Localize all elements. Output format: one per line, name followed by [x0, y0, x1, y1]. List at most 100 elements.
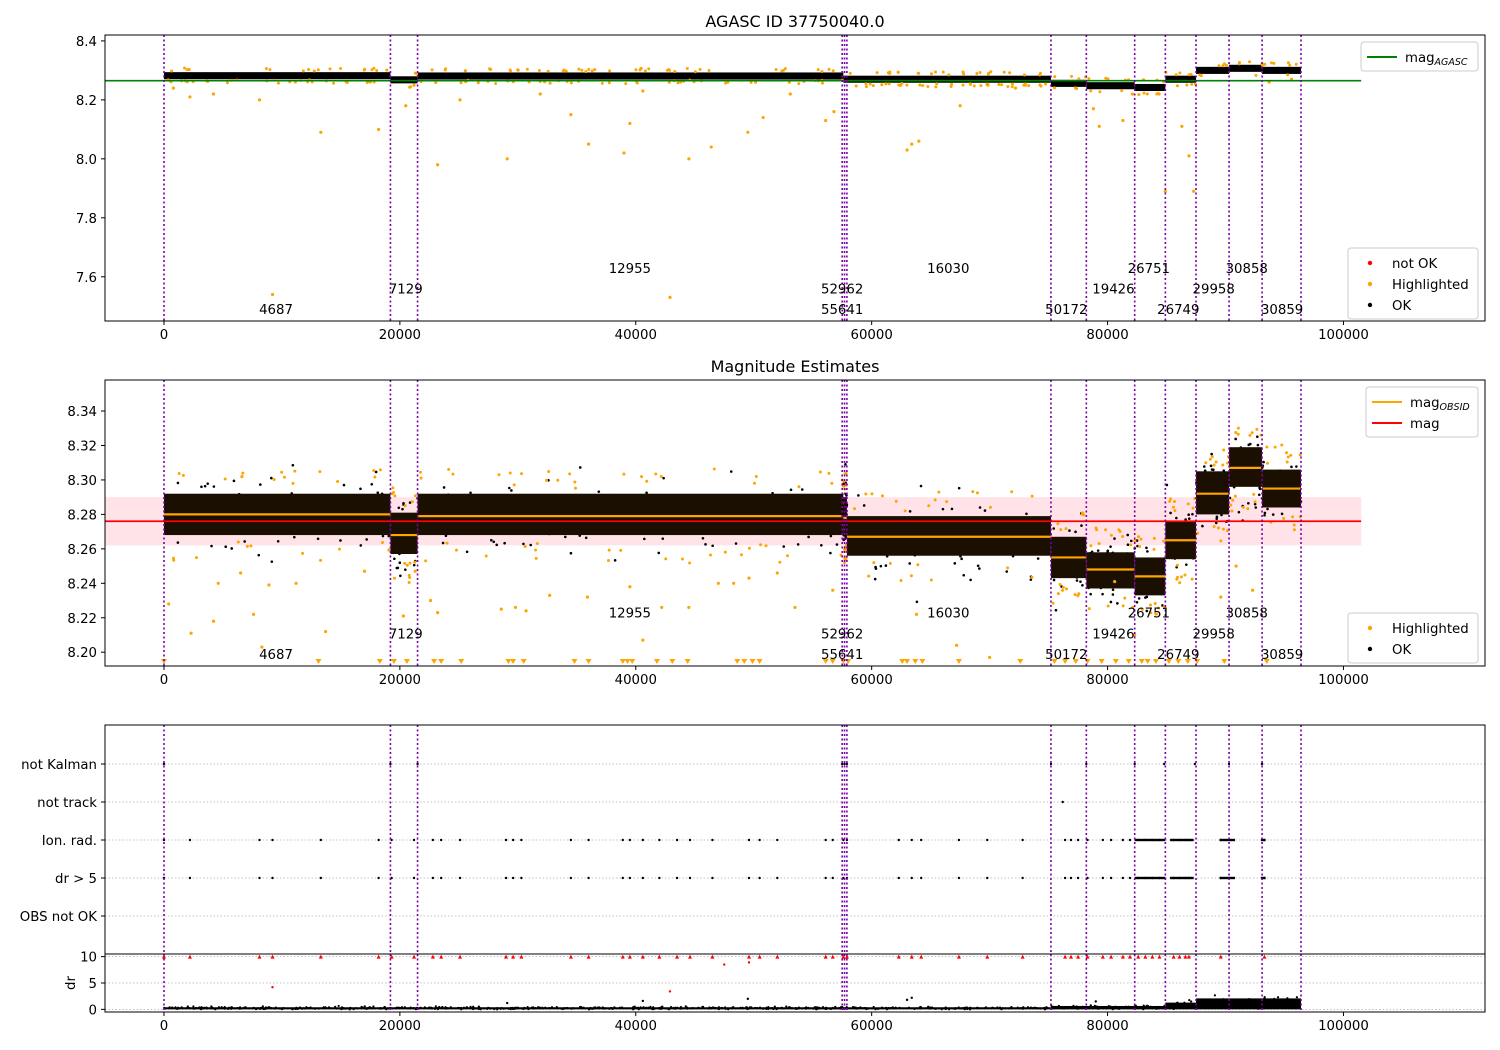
highlighted-point	[937, 490, 941, 494]
highlighted-point	[1013, 86, 1018, 90]
highlighted-point	[761, 115, 765, 120]
highlighted-point	[707, 69, 711, 73]
highlighted-point	[556, 478, 560, 482]
highlighted-point	[775, 571, 779, 575]
highlighted-point	[1294, 62, 1298, 66]
highlighted-point	[293, 469, 297, 473]
highlighted-point	[986, 83, 990, 87]
flag-point	[188, 838, 192, 842]
flag-point	[431, 838, 435, 842]
ok-point	[492, 540, 496, 544]
flag-point	[1021, 838, 1024, 842]
ok-point	[962, 573, 966, 577]
ok-point	[529, 543, 532, 547]
highlighted-point	[573, 486, 577, 490]
ok-points-band	[1086, 82, 1135, 90]
dr-point	[910, 996, 913, 999]
highlighted-point	[393, 494, 397, 498]
ok-point	[800, 488, 804, 491]
out-of-range-marker	[1138, 659, 1145, 664]
y-tick-label: 7.6	[76, 271, 97, 286]
not-ok-point	[657, 954, 662, 959]
highlighted-point	[820, 81, 824, 85]
highlighted-point	[1080, 511, 1084, 515]
highlighted-point	[301, 551, 305, 555]
highlighted-point	[997, 82, 1001, 86]
flag-point	[688, 876, 692, 880]
flag-point	[1049, 762, 1053, 766]
highlighted-point	[622, 151, 626, 155]
ok-point	[1266, 507, 1269, 511]
highlighted-point	[1022, 83, 1026, 87]
out-of-range-marker	[431, 659, 438, 664]
flag-point	[621, 838, 624, 842]
highlighted-point	[709, 553, 713, 557]
highlighted-point	[1198, 73, 1202, 77]
highlighted-point	[1006, 566, 1010, 570]
flag-point	[1069, 876, 1073, 880]
highlighted-point	[545, 478, 549, 482]
not-ok-point	[775, 954, 780, 959]
dr-point	[1276, 996, 1280, 999]
highlighted-point	[1056, 522, 1060, 526]
flag-point	[377, 838, 380, 842]
highlighted-point	[1106, 77, 1110, 81]
ok-point	[1036, 557, 1040, 560]
ok-point	[522, 542, 525, 546]
flag-point	[658, 876, 661, 880]
not-ok-point	[723, 963, 726, 966]
chart-title: Magnitude Estimates	[711, 357, 880, 376]
highlighted-point	[607, 548, 611, 552]
highlighted-point	[312, 69, 316, 73]
highlighted-point	[848, 71, 852, 75]
highlighted-point	[975, 491, 979, 495]
highlighted-point	[240, 474, 244, 478]
highlighted-point	[723, 550, 727, 554]
out-of-range-marker	[315, 659, 322, 664]
highlighted-point	[1263, 62, 1267, 66]
obsid-label: 12955	[609, 262, 651, 277]
ok-point	[404, 568, 407, 571]
ok-point	[200, 485, 203, 489]
highlighted-point	[171, 556, 175, 560]
flag-point	[1076, 876, 1080, 880]
x-tick-label: 100000	[1318, 1019, 1369, 1034]
x-tick-label: 0	[160, 1019, 168, 1034]
ok-point	[1135, 601, 1139, 604]
ok-point	[1209, 464, 1213, 468]
highlighted-point	[407, 581, 411, 585]
y-tick-label: 8.22	[67, 612, 97, 627]
highlighted-point	[641, 89, 645, 93]
highlighted-point	[759, 543, 763, 547]
not-ok-point	[586, 954, 591, 959]
ok-points-band	[1229, 64, 1263, 72]
obsid-label: 55641	[821, 303, 863, 318]
out-of-range-marker	[619, 659, 626, 664]
dr-point	[337, 1004, 340, 1008]
highlighted-point	[508, 471, 512, 475]
ok-point	[978, 506, 982, 509]
ok-point	[276, 539, 280, 543]
highlighted-point	[606, 558, 610, 562]
highlighted-point	[1163, 189, 1167, 193]
out-of-range-marker	[654, 659, 660, 664]
highlighted-point	[786, 554, 790, 558]
highlighted-point	[434, 81, 438, 85]
not-ok-point	[1100, 954, 1105, 959]
highlighted-point	[363, 67, 367, 71]
highlighted-point	[888, 561, 892, 565]
highlighted-point	[739, 553, 743, 557]
highlighted-point	[1191, 506, 1195, 510]
highlighted-point	[241, 471, 245, 475]
highlighted-point	[933, 498, 937, 502]
out-of-range-marker	[520, 659, 527, 664]
out-of-range-marker	[1144, 659, 1151, 664]
dr-points-band	[1196, 998, 1301, 1010]
highlighted-point	[929, 72, 933, 76]
ok-point	[662, 476, 665, 480]
highlighted-point	[370, 68, 374, 72]
flag-label: OBS not OK	[20, 910, 97, 925]
flag-point	[897, 876, 900, 880]
highlighted-point	[403, 561, 407, 565]
flag-point	[1121, 876, 1125, 880]
